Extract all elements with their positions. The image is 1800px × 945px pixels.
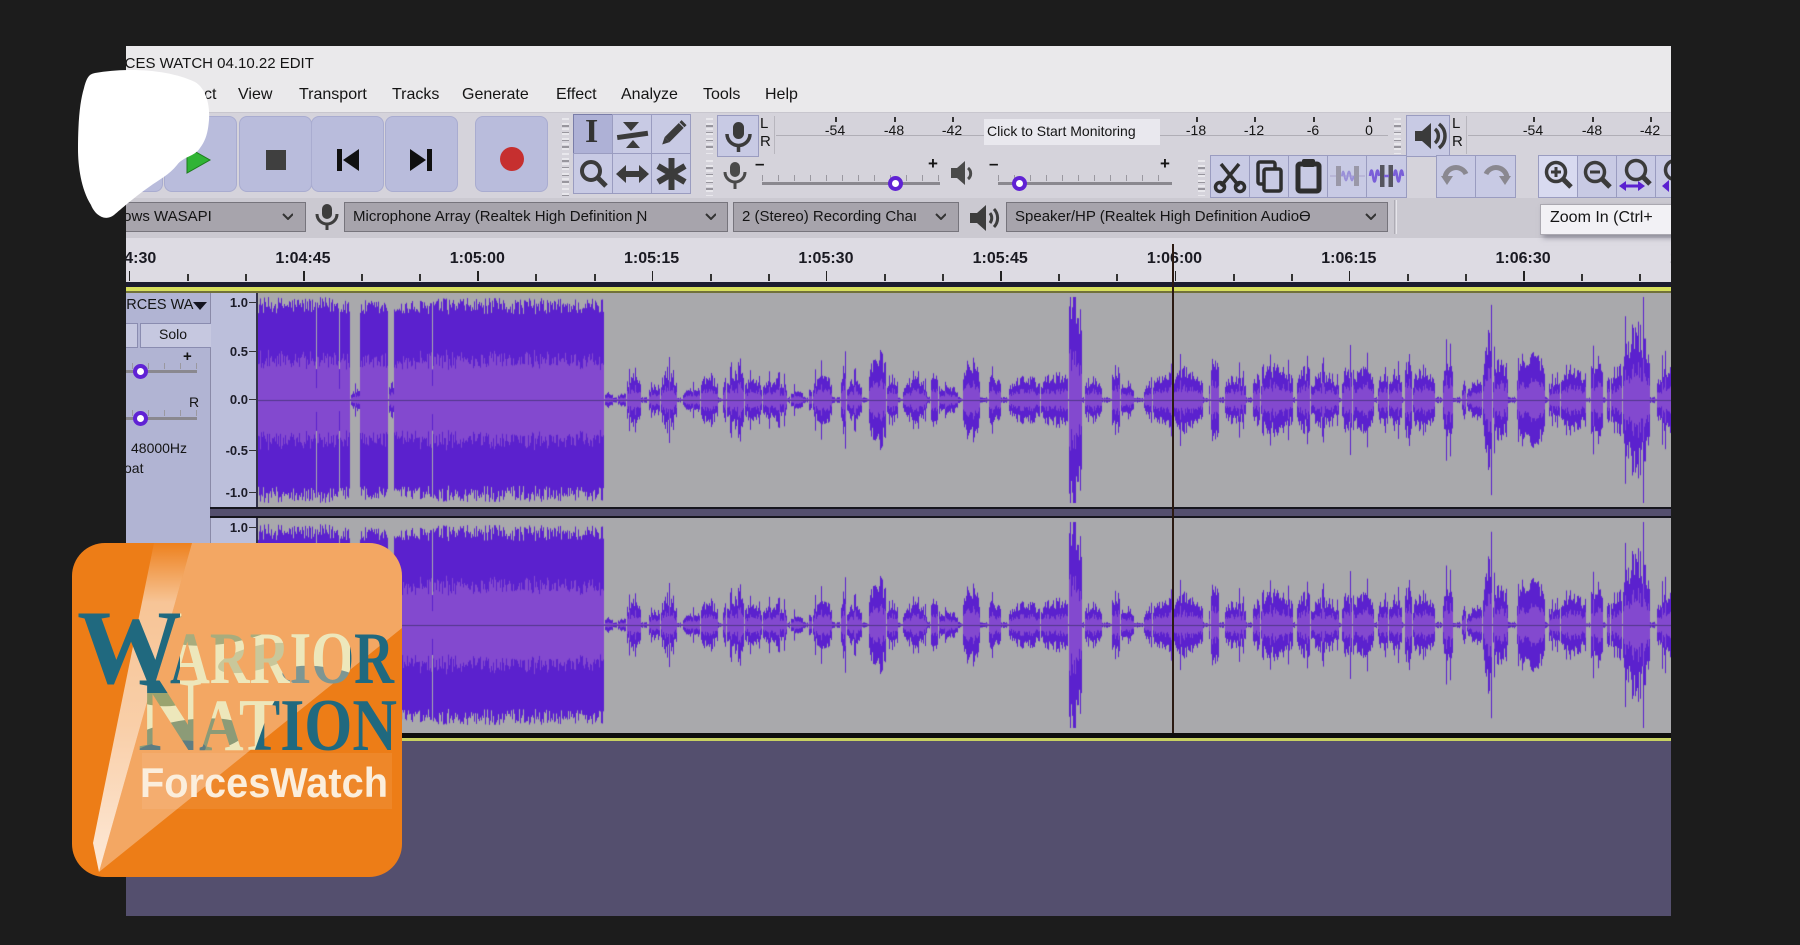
svg-text:ForcesWatch: ForcesWatch — [140, 759, 388, 806]
svg-text:ATION: ATION — [199, 685, 397, 767]
svg-text:N: N — [138, 656, 202, 773]
